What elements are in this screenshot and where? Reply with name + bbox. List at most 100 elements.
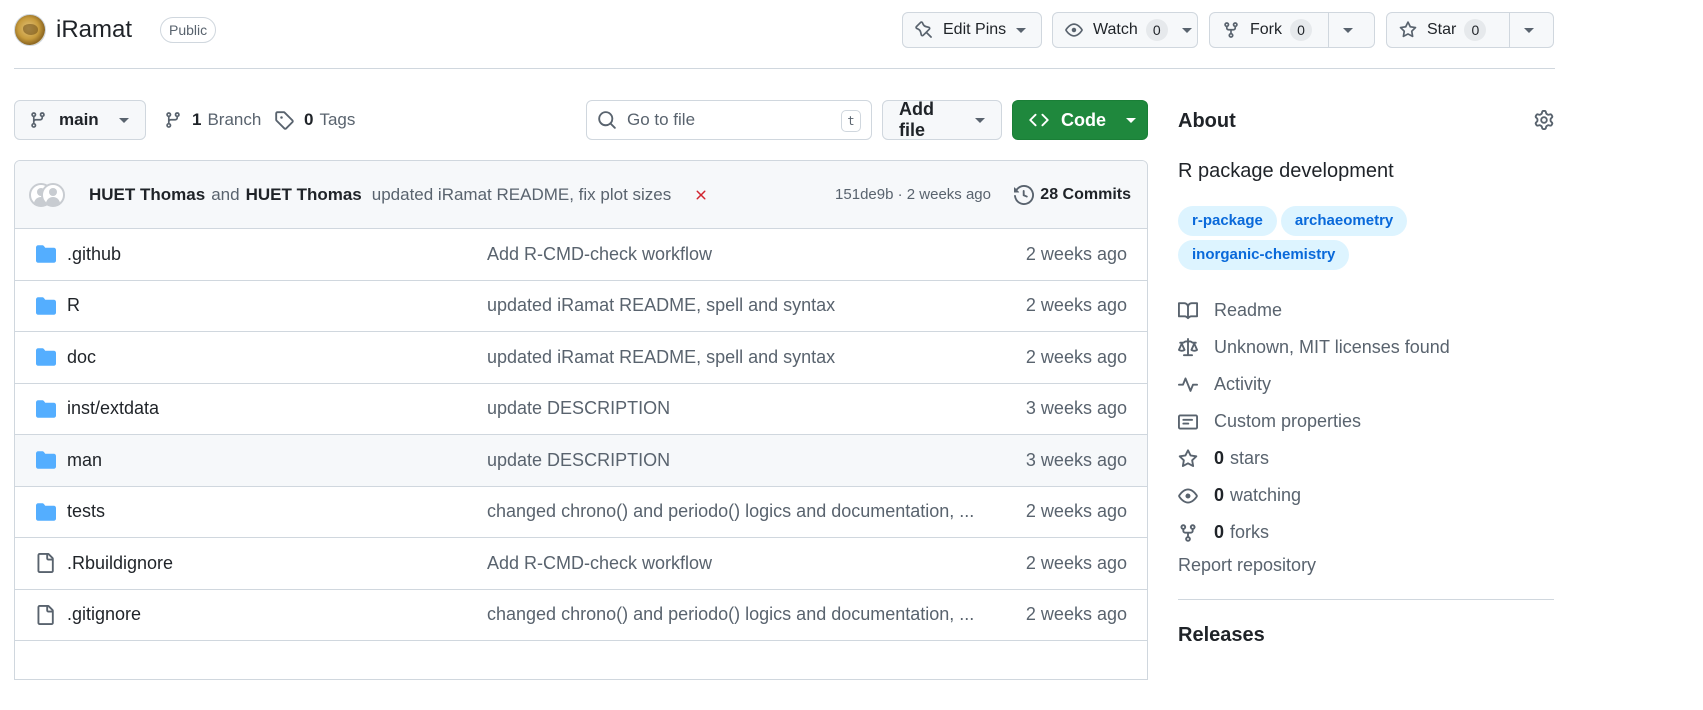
table-row[interactable]: man update DESCRIPTION 3 weeks ago [15, 435, 1147, 487]
repo-avatar[interactable] [14, 14, 46, 46]
repo-name[interactable]: iRamat [56, 14, 132, 46]
fork-counter: 0 [1290, 19, 1312, 41]
file-name-link[interactable]: inst/extdata [67, 398, 159, 419]
table-row[interactable]: inst/extdata update DESCRIPTION 3 weeks … [15, 384, 1147, 435]
license-label: Unknown, MIT licenses found [1214, 337, 1450, 357]
file-commit-date: 2 weeks ago [1025, 346, 1127, 367]
topic-tag[interactable]: inorganic-chemistry [1178, 240, 1350, 270]
sidebar-divider [1178, 599, 1554, 600]
search-input[interactable] [627, 110, 827, 130]
add-file-button[interactable]: Add file [882, 99, 1002, 140]
folder-icon [35, 399, 57, 419]
stars-link[interactable]: 0 stars [1178, 440, 1450, 477]
file-name-link[interactable]: doc [67, 347, 96, 368]
file-commit-message[interactable]: updated iRamat README, spell and syntax [487, 347, 977, 368]
file-commit-message[interactable]: changed chrono() and periodo() logics an… [487, 604, 977, 625]
file-name-link[interactable]: R [67, 295, 80, 316]
code-button[interactable]: Code [1012, 100, 1148, 140]
file-commit-message[interactable]: changed chrono() and periodo() logics an… [487, 501, 977, 522]
search-icon [597, 110, 617, 130]
file-commit-date: 3 weeks ago [1025, 398, 1127, 419]
commit-author-conjunction: and [211, 184, 240, 204]
table-row[interactable]: doc updated iRamat README, spell and syn… [15, 332, 1147, 384]
star-dropdown[interactable] [1509, 13, 1548, 47]
topics-list: r-package archaeometry inorganic-chemistry [1178, 206, 1438, 274]
topic-tag[interactable]: archaeometry [1280, 206, 1408, 236]
watching-label: watching [1230, 485, 1302, 505]
branches-label: Branch [207, 110, 262, 129]
repo-forked-icon [1178, 523, 1200, 543]
avatar [41, 182, 65, 207]
fork-dropdown[interactable] [1328, 13, 1367, 47]
watching-link[interactable]: 0 watching [1178, 477, 1450, 514]
latest-commit-bar: HUET Thomas and HUET Thomas updated iRam… [15, 161, 1147, 229]
file-commit-message[interactable]: update DESCRIPTION [487, 398, 977, 419]
table-row[interactable]: tests changed chrono() and periodo() log… [15, 487, 1147, 538]
license-link[interactable]: Unknown, MIT licenses found [1178, 329, 1450, 366]
watch-label: Watch [1093, 21, 1138, 38]
table-row[interactable]: .github Add R-CMD-check workflow 2 weeks… [15, 229, 1147, 281]
file-commit-message[interactable]: Add R-CMD-check workflow [487, 244, 977, 265]
forks-label: forks [1230, 522, 1270, 542]
eye-icon [1178, 486, 1200, 506]
edit-pins-button[interactable]: Edit Pins [902, 12, 1042, 48]
star-button[interactable]: Star 0 [1386, 12, 1554, 48]
custom-properties-label: Custom properties [1214, 411, 1362, 431]
commit-avatars[interactable] [29, 182, 71, 207]
commit-message-link[interactable]: updated iRamat README, fix plot sizes [372, 185, 672, 205]
commit-author-link[interactable]: HUET Thomas [89, 185, 205, 205]
chevron-down-icon [1343, 27, 1353, 33]
forks-link[interactable]: 0 forks [1178, 514, 1450, 551]
file-name-link[interactable]: man [67, 450, 102, 471]
activity-link[interactable]: Activity [1178, 366, 1450, 403]
file-name-link[interactable]: .github [67, 244, 121, 265]
custom-properties-link[interactable]: Custom properties [1178, 403, 1450, 440]
commits-history-link[interactable]: 28 Commits [1014, 161, 1131, 229]
report-repository-link[interactable]: Report repository [1178, 555, 1316, 576]
about-heading: About [1178, 110, 1236, 132]
file-commit-date: 2 weeks ago [1025, 243, 1127, 264]
tags-label: Tags [319, 110, 356, 129]
file-commit-message[interactable]: updated iRamat README, spell and syntax [487, 295, 977, 316]
go-to-file-search[interactable]: t [586, 100, 872, 140]
fork-label: Fork [1250, 21, 1282, 38]
tags-link[interactable]: 0 Tags [274, 100, 355, 140]
branch-selector[interactable]: main [14, 100, 146, 140]
gear-icon[interactable] [1534, 110, 1554, 130]
file-name-link[interactable]: tests [67, 501, 105, 522]
search-shortcut-key: t [841, 110, 861, 132]
file-commit-message[interactable]: update DESCRIPTION [487, 450, 977, 471]
commit-coauthor-link[interactable]: HUET Thomas [246, 185, 362, 205]
file-name-link[interactable]: .gitignore [67, 604, 141, 625]
file-icon [35, 553, 55, 573]
branches-link[interactable]: 1 Branch [164, 100, 261, 140]
releases-heading[interactable]: Releases [1178, 624, 1265, 647]
topic-tag[interactable]: r-package [1178, 206, 1277, 236]
book-icon [1178, 301, 1200, 321]
git-branch-icon [29, 111, 47, 129]
folder-icon [35, 296, 57, 316]
folder-icon [35, 450, 57, 470]
star-label: Star [1427, 21, 1457, 38]
file-name-link[interactable]: .Rbuildignore [67, 553, 173, 574]
x-icon[interactable] [693, 187, 709, 203]
repo-meta-list: Readme Unknown, MIT licenses found Activ… [1178, 292, 1450, 551]
table-row[interactable]: .Rbuildignore Add R-CMD-check workflow 2… [15, 538, 1147, 590]
git-branch-icon [164, 111, 182, 129]
visibility-badge: Public [160, 17, 217, 43]
star-icon [1399, 21, 1417, 39]
table-row[interactable]: .gitignore changed chrono() and periodo(… [15, 590, 1147, 641]
table-row[interactable]: R updated iRamat README, spell and synta… [15, 281, 1147, 332]
code-label: Code [1061, 109, 1106, 130]
commit-hash-and-time[interactable]: 151de9b · 2 weeks ago [835, 161, 991, 229]
readme-link[interactable]: Readme [1178, 292, 1450, 329]
chevron-down-icon [118, 117, 129, 123]
fork-button[interactable]: Fork 0 [1209, 12, 1375, 48]
file-commit-message[interactable]: Add R-CMD-check workflow [487, 553, 977, 574]
watch-button[interactable]: Watch 0 [1052, 12, 1198, 48]
branch-name: main [59, 110, 99, 129]
note-icon [1178, 412, 1200, 432]
chevron-down-icon [1181, 27, 1192, 33]
folder-icon [35, 347, 57, 367]
eye-icon [1065, 21, 1083, 39]
